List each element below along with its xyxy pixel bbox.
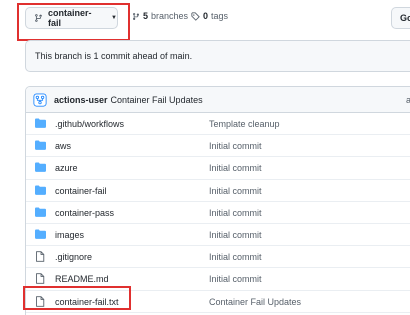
branches-label: branches (151, 11, 189, 21)
branch-ahead-message: This branch is 1 commit ahead of main. (35, 51, 193, 61)
folder-icon (35, 229, 46, 241)
tag-icon (191, 11, 200, 21)
file-name[interactable]: aws (55, 141, 71, 151)
file-commit-message[interactable]: Initial commit (209, 230, 262, 240)
file-list: actions-user Container Fail Updates a .g… (25, 86, 410, 315)
file-row[interactable]: .gitignore Initial commit (26, 246, 410, 269)
folder-icon (35, 162, 46, 174)
bot-avatar-icon[interactable] (33, 92, 47, 107)
file-commit-message[interactable]: Initial commit (209, 141, 262, 151)
file-icon (35, 251, 45, 264)
file-name[interactable]: .github/workflows (55, 119, 124, 129)
commit-message[interactable]: Container Fail Updates (111, 95, 203, 105)
file-row[interactable]: images Initial commit (26, 224, 410, 247)
file-name[interactable]: images (55, 230, 84, 240)
file-row[interactable]: .github/workflows Template cleanup (26, 113, 410, 136)
chevron-down-icon: ▼ (111, 15, 117, 21)
folder-icon (35, 118, 46, 130)
branch-status-box: This branch is 1 commit ahead of main. (25, 40, 410, 72)
file-name[interactable]: container-fail (55, 186, 107, 196)
latest-commit-row: actions-user Container Fail Updates a (26, 87, 410, 113)
file-commit-message[interactable]: Initial commit (209, 186, 262, 196)
file-name[interactable]: azure (55, 163, 78, 173)
file-commit-message[interactable]: Template cleanup (209, 119, 280, 129)
tags-count: 0 (203, 11, 209, 21)
file-icon (35, 273, 45, 286)
file-row[interactable]: README.md Initial commit (26, 268, 410, 291)
file-icon (35, 295, 45, 309)
file-row[interactable]: container-fail.txt Container Fail Updates (26, 291, 410, 313)
tags-link[interactable]: 0 tags (191, 11, 228, 21)
branches-count: 5 (143, 11, 149, 21)
file-name[interactable]: container-fail.txt (55, 297, 119, 307)
file-commit-message[interactable]: Initial commit (209, 252, 262, 262)
file-commit-message[interactable]: Initial commit (209, 208, 262, 218)
file-name[interactable]: container-pass (55, 208, 114, 218)
folder-icon (35, 185, 46, 197)
branch-selector-button[interactable]: container-fail ▼ (25, 7, 118, 29)
go-to-file-label: Go (400, 13, 410, 23)
commit-author[interactable]: actions-user (54, 95, 108, 105)
file-commit-message[interactable]: Container Fail Updates (209, 297, 301, 307)
git-branch-icon (35, 14, 42, 22)
file-commit-message[interactable]: Initial commit (209, 163, 262, 173)
file-row[interactable]: container-pass Initial commit (26, 202, 410, 224)
folder-icon (35, 140, 46, 152)
git-branch-icon (133, 12, 139, 20)
commit-meta: a (406, 95, 410, 105)
file-name[interactable]: .gitignore (55, 252, 92, 262)
file-row[interactable]: container-fail Initial commit (26, 180, 410, 202)
branch-name: container-fail (48, 8, 92, 28)
folder-icon (35, 207, 46, 219)
branches-link[interactable]: 5 branches (132, 11, 188, 21)
file-name[interactable]: README.md (55, 274, 109, 284)
tags-label: tags (211, 11, 229, 21)
file-row[interactable]: aws Initial commit (26, 135, 410, 158)
go-to-file-button[interactable]: Go (391, 7, 410, 29)
file-row[interactable]: azure Initial commit (26, 157, 410, 180)
file-commit-message[interactable]: Initial commit (209, 274, 262, 284)
